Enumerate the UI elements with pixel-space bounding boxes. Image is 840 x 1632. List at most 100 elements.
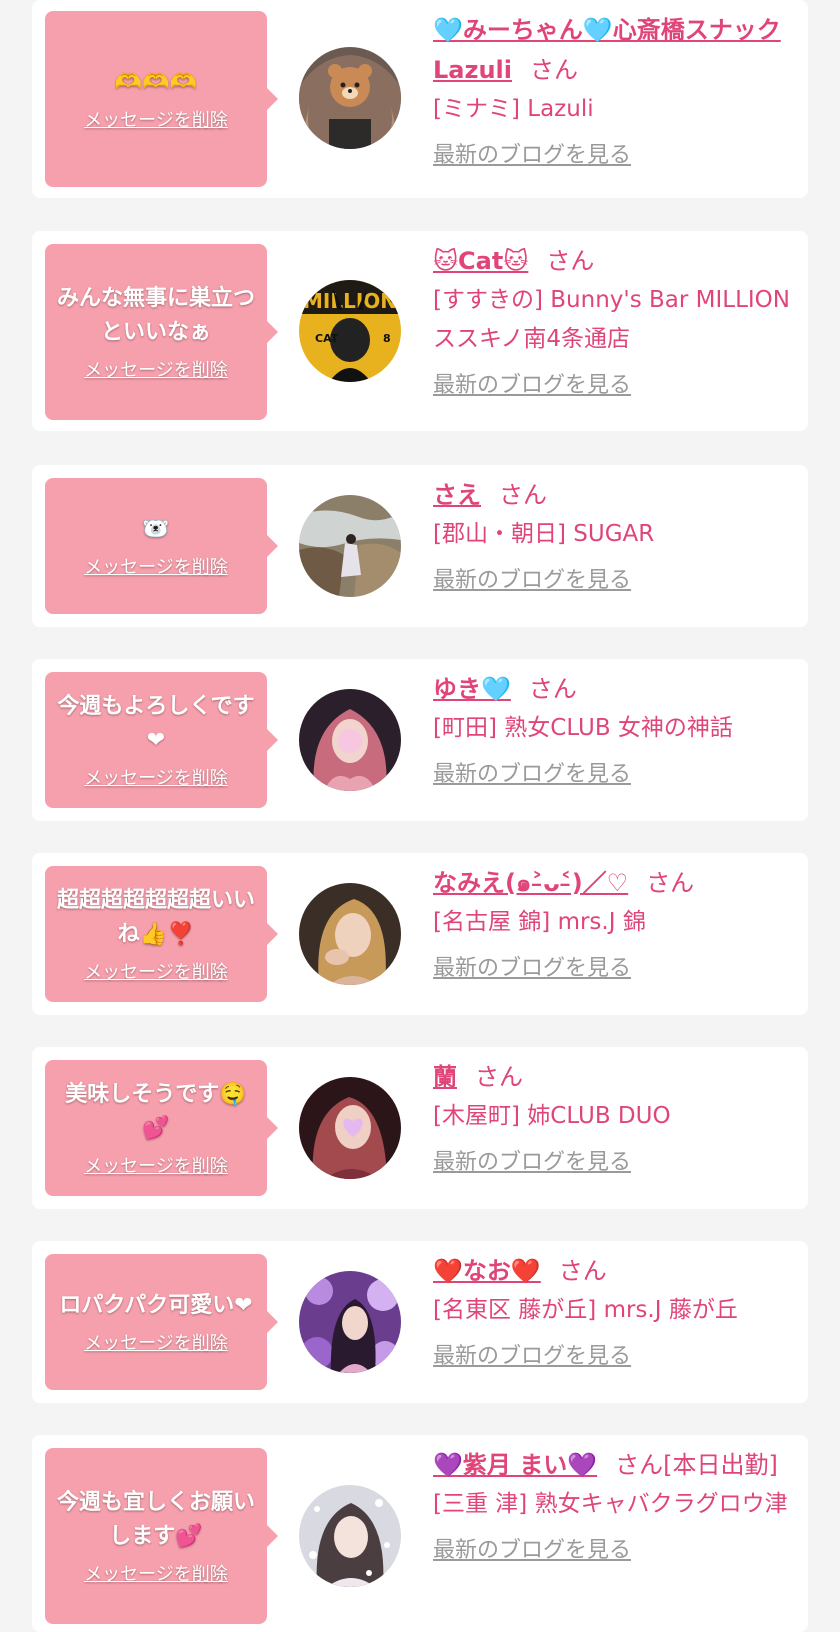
message-bubble: みんな無事に巣立つといいなぁ メッセージを削除: [45, 244, 278, 420]
message-bubble: 🫶🫶🫶 メッセージを削除: [45, 11, 278, 187]
avatar-heart-face[interactable]: [299, 1077, 401, 1179]
cast-name-link[interactable]: さえ: [433, 481, 481, 509]
honorific: さん: [546, 247, 595, 275]
avatar-rocks-river[interactable]: [299, 495, 401, 597]
delete-message-link[interactable]: メッセージを削除: [84, 553, 228, 579]
name-line: ゆき🩵 さん: [433, 669, 793, 709]
avatar-pink-hair[interactable]: [299, 689, 401, 791]
honorific: さん: [530, 56, 578, 84]
shop-name: [すすきの] Bunny's Bar MILLION ススキノ南4条通店: [433, 287, 790, 352]
svg-text:MILLION: MILLION: [303, 289, 397, 313]
cast-name-link[interactable]: 🩵みーちゃん🩵心斎橋スナックLazuli: [433, 16, 781, 84]
name-line: 🩵みーちゃん🩵心斎橋スナックLazuli さん: [433, 10, 793, 90]
blonde-woman-avatar-image: [299, 883, 401, 985]
honorific: さん: [475, 1063, 523, 1091]
pink-hair-avatar-image: [299, 689, 401, 791]
cast-name-link[interactable]: 💜紫月 まい💜: [433, 1451, 597, 1479]
avatar-sparkle-woman[interactable]: [299, 1485, 401, 1587]
delete-message-link[interactable]: メッセージを削除: [84, 106, 228, 132]
message-card: 今週もよろしくです❤ メッセージを削除 ゆき🩵 さん [町田] 熟女CLUB 女神…: [32, 659, 808, 821]
bear-face-avatar-image: [299, 47, 401, 149]
cast-info: ゆき🩵 さん [町田] 熟女CLUB 女神の神話 最新のブログを見る: [433, 669, 793, 790]
avatar-purple-flowers[interactable]: [299, 1271, 401, 1373]
honorific: さん: [499, 481, 547, 509]
svg-text:CAT: CAT: [315, 332, 339, 345]
message-bubble: 🐻‍❄️ メッセージを削除: [45, 478, 278, 614]
shop-name: [ミナミ] Lazuli: [433, 96, 594, 122]
message-card: 今週も宜しくお願いします💕 メッセージを削除 💜紫月 まい💜 さん[本日出勤] […: [32, 1435, 808, 1632]
cast-name-link[interactable]: ゆき🩵: [433, 675, 511, 703]
latest-blog-link[interactable]: 最新のブログを見る: [433, 1536, 631, 1566]
message-bubble: 美味しそうです🤤💕 メッセージを削除: [45, 1060, 278, 1196]
name-line: 蘭さん: [433, 1057, 793, 1097]
message-bubble: 今週もよろしくです❤ メッセージを削除: [45, 672, 278, 808]
latest-blog-link[interactable]: 最新のブログを見る: [433, 1342, 631, 1372]
message-bubble: ロパクパク可愛い❤ メッセージを削除: [45, 1254, 278, 1390]
latest-blog-link[interactable]: 最新のブログを見る: [433, 566, 631, 596]
message-bubble: 今週も宜しくお願いします💕 メッセージを削除: [45, 1448, 278, 1624]
latest-blog-link[interactable]: 最新のブログを見る: [433, 141, 631, 171]
name-line: なみえ(๑˃̵ᴗ˂̵)／♡ さん: [433, 863, 793, 903]
cast-info: 🩵みーちゃん🩵心斎橋スナックLazuli さん [ミナミ] Lazuli 最新のブ…: [433, 10, 793, 171]
message-text: 超超超超超超超いいね👍❣️: [57, 888, 256, 947]
shop-name: [木屋町] 姉CLUB DUO: [433, 1103, 671, 1129]
honorific: さん: [558, 1257, 607, 1285]
sparkle-woman-avatar-image: [299, 1485, 401, 1587]
message-text: ロパクパク可愛い❤: [59, 1293, 253, 1318]
cast-name-link[interactable]: なみえ(๑˃̵ᴗ˂̵)／♡: [433, 869, 628, 897]
cast-info: 🐱Cat🐱 さん [すすきの] Bunny's Bar MILLION ススキノ南…: [433, 241, 793, 401]
delete-message-link[interactable]: メッセージを削除: [84, 1329, 228, 1355]
delete-message-link[interactable]: メッセージを削除: [84, 1560, 228, 1586]
message-card: ロパクパク可愛い❤ メッセージを削除 ❤️なお❤️ さん [名東区 藤が丘] mr…: [32, 1241, 808, 1403]
latest-blog-link[interactable]: 最新のブログを見る: [433, 760, 631, 790]
avatar-bear-face[interactable]: [299, 47, 401, 149]
latest-blog-link[interactable]: 最新のブログを見る: [433, 371, 631, 401]
message-text: 今週もよろしくです❤: [57, 694, 255, 753]
message-card: 🐻‍❄️ メッセージを削除 さえ さん [郡山・朝日] SUGAR 最新のブログを…: [32, 465, 808, 627]
message-list: 🫶🫶🫶 メッセージを削除 🩵みーちゃん🩵心斎橋スナックLazuli さん [ミナ…: [0, 0, 840, 1632]
delete-message-link[interactable]: メッセージを削除: [84, 764, 228, 790]
message-card: 🫶🫶🫶 メッセージを削除 🩵みーちゃん🩵心斎橋スナックLazuli さん [ミナ…: [32, 0, 808, 198]
heart-face-avatar-image: [299, 1077, 401, 1179]
cast-name-link[interactable]: ❤️なお❤️: [433, 1257, 541, 1285]
cast-info: ❤️なお❤️ さん [名東区 藤が丘] mrs.J 藤が丘 最新のブログを見る: [433, 1251, 793, 1372]
message-card: 美味しそうです🤤💕 メッセージを削除 蘭さん [木屋町] 姉CLUB DUO 最…: [32, 1047, 808, 1209]
rocks-river-avatar-image: [299, 495, 401, 597]
status-tag: [本日出勤]: [663, 1451, 778, 1479]
cast-info: 💜紫月 まい💜 さん[本日出勤] [三重 津] 熟女キャバクラグロウ津 最新のブロ…: [433, 1445, 793, 1566]
cast-info: さえ さん [郡山・朝日] SUGAR 最新のブログを見る: [433, 475, 793, 596]
delete-message-link[interactable]: メッセージを削除: [84, 356, 228, 382]
honorific: さん: [528, 675, 577, 703]
shop-name: [郡山・朝日] SUGAR: [433, 521, 655, 547]
latest-blog-link[interactable]: 最新のブログを見る: [433, 954, 631, 984]
message-text: 🐻‍❄️: [142, 517, 170, 542]
name-line: ❤️なお❤️ さん: [433, 1251, 793, 1291]
avatar-blonde-woman[interactable]: [299, 883, 401, 985]
message-text: 今週も宜しくお願いします💕: [57, 1490, 256, 1549]
message-card: 超超超超超超超いいね👍❣️ メッセージを削除 なみえ(๑˃̵ᴗ˂̵)／♡ さん […: [32, 853, 808, 1015]
message-card: みんな無事に巣立つといいなぁ メッセージを削除 MILLION CAT 8 🐱C…: [32, 231, 808, 431]
name-line: さえ さん: [433, 475, 793, 515]
bunny-magazine-avatar-image: MILLION CAT 8: [299, 280, 401, 382]
shop-name: [名東区 藤が丘] mrs.J 藤が丘: [433, 1297, 738, 1323]
svg-text:8: 8: [383, 332, 391, 345]
message-text: 美味しそうです🤤💕: [65, 1082, 247, 1141]
shop-name: [名古屋 錦] mrs.J 錦: [433, 909, 646, 935]
delete-message-link[interactable]: メッセージを削除: [84, 1152, 228, 1178]
shop-name: [町田] 熟女CLUB 女神の神話: [433, 715, 733, 741]
shop-name: [三重 津] 熟女キャバクラグロウ津: [433, 1491, 788, 1517]
honorific: さん: [615, 1451, 664, 1479]
honorific: さん: [646, 869, 695, 897]
cast-name-link[interactable]: 蘭: [433, 1063, 457, 1091]
message-text: 🫶🫶🫶: [114, 70, 198, 95]
name-line: 💜紫月 まい💜 さん[本日出勤]: [433, 1445, 793, 1485]
name-line: 🐱Cat🐱 さん: [433, 241, 793, 281]
message-bubble: 超超超超超超超いいね👍❣️ メッセージを削除: [45, 866, 278, 1002]
avatar-bunny-magazine[interactable]: MILLION CAT 8: [299, 280, 401, 382]
latest-blog-link[interactable]: 最新のブログを見る: [433, 1148, 631, 1178]
message-text: みんな無事に巣立つといいなぁ: [57, 286, 256, 345]
delete-message-link[interactable]: メッセージを削除: [84, 958, 228, 984]
cast-info: なみえ(๑˃̵ᴗ˂̵)／♡ さん [名古屋 錦] mrs.J 錦 最新のブログを見…: [433, 863, 793, 984]
cast-name-link[interactable]: 🐱Cat🐱: [433, 247, 528, 275]
cast-info: 蘭さん [木屋町] 姉CLUB DUO 最新のブログを見る: [433, 1057, 793, 1178]
